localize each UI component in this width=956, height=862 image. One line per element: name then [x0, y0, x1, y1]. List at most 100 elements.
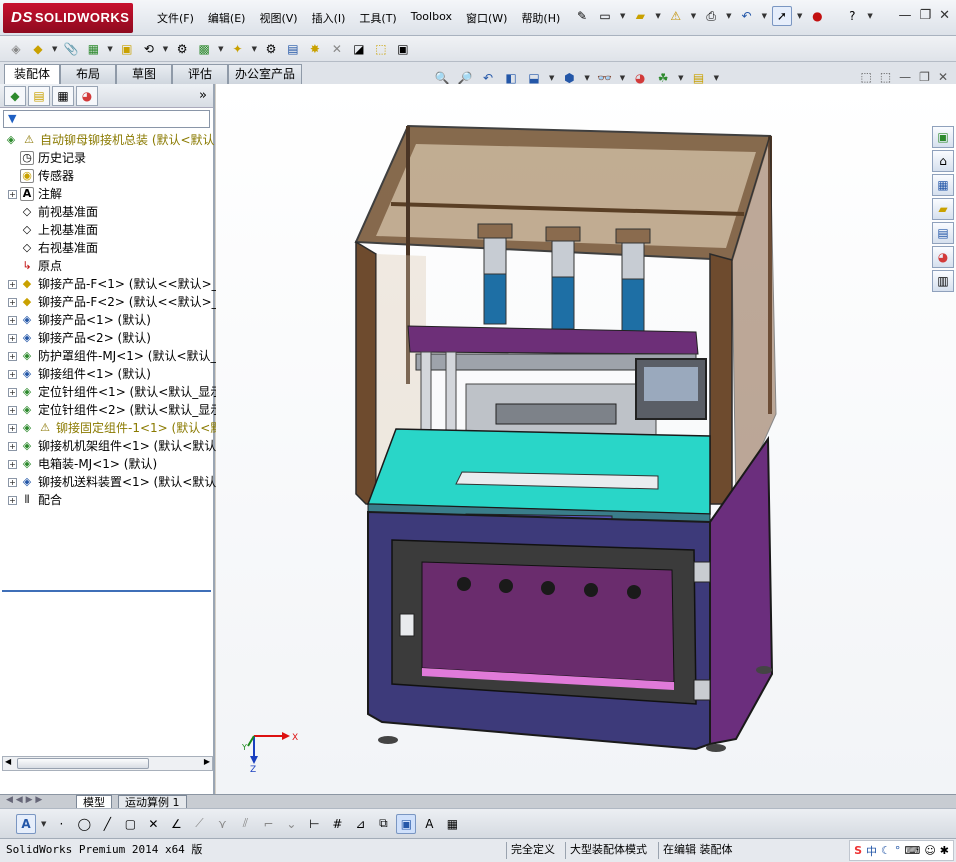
shaded-view-icon[interactable]: ▣	[396, 813, 417, 834]
menu-insert[interactable]: 插入(I)	[305, 8, 353, 28]
reference-geometry-icon[interactable]: ✦	[228, 39, 248, 59]
menu-tools[interactable]: 工具(T)	[352, 8, 403, 28]
chevron-down-icon[interactable]: ▼	[107, 45, 112, 53]
design-library-icon[interactable]: ▦	[932, 174, 954, 196]
property-manager-tab-icon[interactable]: ▤	[28, 85, 50, 106]
chevron-down-icon[interactable]: ▼	[52, 45, 57, 53]
minimize-icon[interactable]: —	[899, 70, 911, 84]
instant3d-icon[interactable]: ⬚	[371, 39, 391, 59]
tree-item-component[interactable]: + ◈ 铆接组件<1> (默认)	[0, 365, 213, 383]
open-icon[interactable]: ▰	[630, 6, 650, 26]
chevron-down-icon[interactable]: ▼	[218, 45, 223, 53]
tree-item-component[interactable]: + ◈ 定位针组件<2> (默认<默认_显示	[0, 401, 222, 419]
tree-item-component[interactable]: + ◈ 铆接产品<2> (默认)	[0, 329, 213, 347]
chevron-down-icon[interactable]: ▼	[620, 12, 625, 20]
restore-icon[interactable]: ❐	[919, 70, 930, 84]
minimize-icon[interactable]: —	[898, 8, 911, 23]
rebuild-warning-icon[interactable]: ⚠	[666, 6, 686, 26]
tab-assembly[interactable]: 装配体	[4, 64, 60, 84]
file-explorer-icon[interactable]: ▰	[932, 198, 954, 220]
chevron-down-icon[interactable]: ▼	[252, 45, 257, 53]
menu-help[interactable]: 帮助(H)	[514, 8, 567, 28]
interference-detection-icon[interactable]: ◪	[349, 39, 369, 59]
tree-item-sensors[interactable]: ◉ 传感器	[0, 167, 213, 185]
pin-icon[interactable]: ✎	[572, 6, 592, 26]
menu-view[interactable]: 视图(V)	[252, 8, 304, 28]
grid-icon[interactable]: #	[327, 814, 347, 834]
tree-item-component-warning[interactable]: + ◈ ⚠ 铆接固定组件-1<1> (默认<默	[0, 419, 222, 437]
split-vertical-icon[interactable]: ⬚	[880, 70, 891, 84]
move-component-icon[interactable]: ⟲	[139, 39, 159, 59]
close-icon[interactable]: ✕	[939, 8, 950, 23]
new-motion-study-icon[interactable]: ⚙	[261, 39, 281, 59]
feature-manager-tab-icon[interactable]: ◆	[4, 85, 26, 106]
rectangle-icon[interactable]: ▢	[120, 814, 140, 834]
ime-logo-icon[interactable]: S	[854, 844, 862, 857]
chevron-down-icon[interactable]: ▼	[163, 45, 168, 53]
chevron-down-icon[interactable]: ▼	[549, 74, 554, 82]
appearances-icon[interactable]: ◕	[932, 246, 954, 268]
tree-item-right-plane[interactable]: ◇ 右视基准面	[0, 239, 213, 257]
annotation-view-icon[interactable]: A	[419, 814, 439, 834]
ime-chinese-icon[interactable]: 中	[866, 843, 877, 859]
new-part-icon[interactable]: ◆	[28, 39, 48, 59]
expand-icon[interactable]: +	[8, 351, 17, 361]
smart-fasteners-icon[interactable]: ▣	[117, 39, 137, 59]
ime-moon-icon[interactable]: ☾	[881, 844, 891, 857]
expand-icon[interactable]: +	[8, 477, 17, 487]
chevron-down-icon[interactable]: ▼	[584, 74, 589, 82]
expand-icon[interactable]: +	[8, 189, 17, 199]
insert-component-icon[interactable]: ◈	[6, 39, 26, 59]
solidworks-resources-icon[interactable]: ▣	[932, 126, 954, 148]
tree-item-front-plane[interactable]: ◇ 前视基准面	[0, 203, 213, 221]
convert-icon[interactable]: ⫽	[235, 814, 255, 834]
mirror-icon[interactable]: ⋎	[212, 814, 232, 834]
user-icon[interactable]: ☺	[924, 844, 935, 857]
tree-item-component[interactable]: + ◈ 铆接机机架组件<1> (默认<默认	[0, 437, 216, 455]
tab-scroll-icon[interactable]: ◀ ◀ ▶ ▶	[6, 795, 42, 805]
tree-item-component[interactable]: + ◈ 电箱装-MJ<1> (默认)	[0, 455, 213, 473]
expand-icon[interactable]: +	[8, 279, 17, 289]
angle-icon[interactable]: ∠	[166, 814, 186, 834]
tree-item-origin[interactable]: ↳ 原点	[0, 257, 213, 275]
tree-item-component[interactable]: + ◆ 铆接产品-F<1> (默认<<默认>_显	[0, 275, 230, 293]
expand-icon[interactable]: +	[8, 405, 17, 415]
tree-item-component[interactable]: + ◆ 铆接产品-F<2> (默认<<默认>_显	[0, 293, 230, 311]
home-icon[interactable]: ⌂	[932, 150, 954, 172]
chevron-down-icon[interactable]: ▼	[655, 12, 660, 20]
tree-item-component[interactable]: + ◈ 防护罩组件-MJ<1> (默认<默认_	[0, 347, 217, 365]
construction-geometry-icon[interactable]: ⌄	[281, 814, 301, 834]
menu-file[interactable]: 文件(F)	[150, 8, 201, 28]
tree-item-component[interactable]: + ◈ 铆接机送料装置<1> (默认<默认	[0, 473, 216, 491]
expand-icon[interactable]: +	[8, 297, 17, 307]
tab-sketch[interactable]: 草图	[116, 64, 172, 84]
mate-icon[interactable]: 📎	[61, 39, 81, 59]
split-horizontal-icon[interactable]: ⬚	[860, 70, 871, 84]
expand-tabs-icon[interactable]: »	[199, 88, 207, 103]
tree-filter-input[interactable]: ▼	[3, 110, 210, 128]
tab-layout[interactable]: 布局	[60, 64, 116, 84]
tree-horizontal-scrollbar[interactable]: ◀ ▶	[2, 756, 213, 771]
expand-icon[interactable]: +	[8, 459, 17, 469]
tree-item-component[interactable]: + ◈ 定位针组件<1> (默认<默认_显示	[0, 383, 222, 401]
configuration-manager-tab-icon[interactable]: ▦	[52, 85, 74, 106]
chevron-down-icon[interactable]: ▼	[41, 820, 46, 828]
undo-icon[interactable]: ↶	[737, 6, 757, 26]
expand-icon[interactable]: +	[8, 369, 17, 379]
tab-evaluate[interactable]: 评估	[172, 64, 228, 84]
trim-icon[interactable]: ✕	[143, 814, 163, 834]
circle-icon[interactable]: ◯	[74, 814, 94, 834]
print-icon[interactable]: ⎙	[701, 6, 721, 26]
exploded-view-icon[interactable]: ✸	[305, 39, 325, 59]
help-icon[interactable]: ?	[842, 6, 862, 26]
chevron-down-icon[interactable]: ▼	[867, 12, 872, 20]
custom-properties-icon[interactable]: ▥	[932, 270, 954, 292]
tab-model[interactable]: 模型	[76, 795, 112, 809]
display-manager-tab-icon[interactable]: ◕	[76, 85, 98, 106]
tree-item-annotations[interactable]: + A 注解	[0, 185, 213, 203]
expand-icon[interactable]: +	[8, 315, 17, 325]
expand-icon[interactable]: +	[8, 333, 17, 343]
scroll-left-icon[interactable]: ◀	[5, 757, 11, 766]
point-icon[interactable]: ·	[51, 814, 71, 834]
menu-window[interactable]: 窗口(W)	[459, 8, 514, 28]
